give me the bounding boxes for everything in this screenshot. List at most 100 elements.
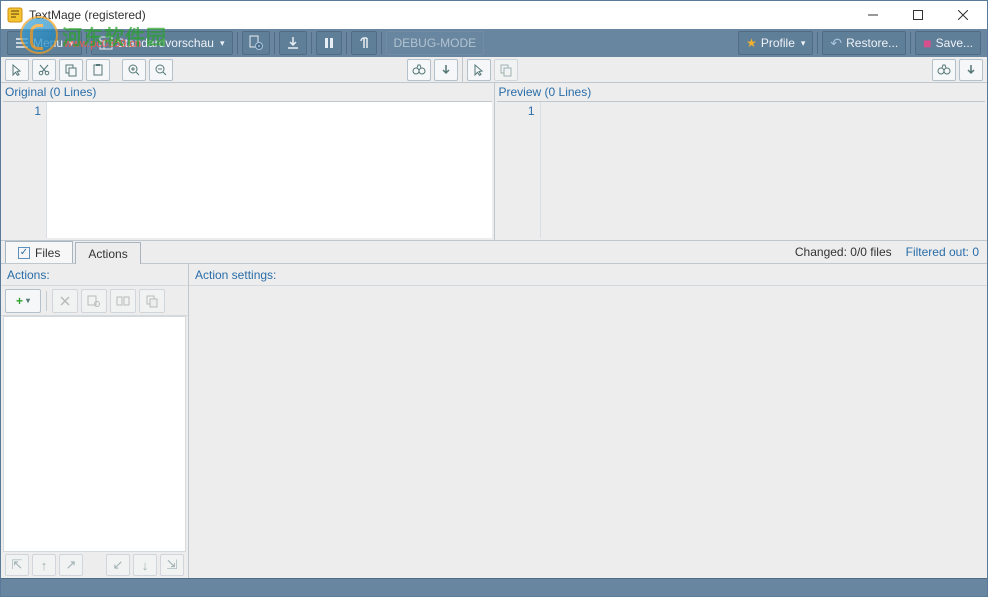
cut-button[interactable] [32, 59, 56, 81]
plus-icon: + [16, 294, 23, 308]
list-gear-icon [87, 294, 101, 308]
preview-cursor-button[interactable] [467, 59, 491, 81]
actions-toolbar: +▾ [1, 286, 188, 316]
preview-gutter: 1 [497, 102, 541, 238]
tab-status: Changed: 0/0 files Filtered out: 0 [795, 245, 979, 259]
move-bottom-button[interactable]: ⇲ [160, 554, 184, 576]
tab-files-label: Files [35, 246, 60, 260]
filtered-status[interactable]: Filtered out: 0 [906, 245, 979, 259]
restore-button[interactable]: ↶ Restore... [822, 31, 906, 55]
paste-button[interactable] [86, 59, 110, 81]
action-settings-panel: Action settings: [189, 264, 987, 578]
original-header: Original (0 Lines) [1, 83, 494, 101]
zoom-out-button[interactable] [149, 59, 173, 81]
zoom-in-icon [127, 63, 141, 77]
original-editor[interactable]: 1 [3, 101, 492, 238]
debug-mode-button[interactable]: DEBUG-MODE [386, 31, 485, 55]
preview-copy-button[interactable] [494, 59, 518, 81]
menu-label: Menu [33, 36, 63, 50]
move-out-button[interactable]: ↗ [59, 554, 83, 576]
copy-icon [64, 63, 78, 77]
debug-label: DEBUG-MODE [394, 36, 477, 50]
settings-gear-button[interactable] [242, 31, 270, 55]
action-settings-body [189, 286, 987, 578]
delete-action-button[interactable] [52, 289, 78, 313]
cursor-icon [472, 63, 486, 77]
save-button[interactable]: ■ Save... [915, 31, 981, 55]
original-gutter: 1 [3, 102, 47, 238]
action-copy-button[interactable] [139, 289, 165, 313]
arrow-down-icon [439, 63, 453, 77]
import-button[interactable] [279, 31, 307, 55]
preview-editor: 1 [497, 101, 986, 238]
zoom-in-button[interactable] [122, 59, 146, 81]
preview-toolbar [463, 57, 987, 82]
actions-header: Actions: [1, 264, 188, 286]
actions-list[interactable] [3, 316, 186, 552]
action-props-button[interactable] [81, 289, 107, 313]
copy-icon [499, 63, 513, 77]
star-icon: ★ [746, 36, 757, 50]
line-number: 1 [3, 104, 41, 118]
chevron-down-icon: ▾ [801, 38, 806, 49]
x-icon [59, 295, 71, 307]
changed-status: Changed: 0/0 files [795, 245, 892, 259]
line-number: 1 [497, 104, 535, 118]
watermark-url: www.pc0359.cn [64, 38, 141, 50]
binoculars-icon [412, 63, 426, 77]
main-toolbar: Menu ▾ Standardvorschau ▾ DEBUG-MODE ★ P… [1, 29, 987, 57]
restore-label: Restore... [846, 36, 898, 50]
close-button[interactable] [940, 1, 985, 29]
action-settings-header: Action settings: [189, 264, 987, 286]
move-in-button[interactable]: ↙ [106, 554, 130, 576]
paste-icon [91, 63, 105, 77]
pilcrow-button[interactable] [351, 31, 377, 55]
cursor-icon [10, 63, 24, 77]
window-title: TextMage (registered) [29, 8, 146, 22]
pause-button[interactable] [316, 31, 342, 55]
bottom-panels: Actions: +▾ ⇱ ↑ ↗ ↙ ↓ ⇲ Action settings: [1, 264, 987, 578]
save-disk-icon: ■ [923, 35, 931, 51]
profile-label: Profile [761, 36, 795, 50]
select-cursor-button[interactable] [5, 59, 29, 81]
menu-icon [15, 36, 29, 50]
action-toggle-button[interactable] [110, 289, 136, 313]
maximize-button[interactable] [895, 1, 940, 29]
original-pane: Original (0 Lines) 1 [1, 83, 495, 240]
actions-nav: ⇱ ↑ ↗ ↙ ↓ ⇲ [1, 552, 188, 578]
move-up-button[interactable]: ↑ [32, 554, 56, 576]
statusbar [1, 578, 987, 596]
tab-actions[interactable]: Actions [75, 242, 140, 264]
original-toolbar [1, 57, 463, 82]
move-top-button[interactable]: ⇱ [5, 554, 29, 576]
copy-icon [145, 294, 159, 308]
preview-goto-button[interactable] [959, 59, 983, 81]
editors-row: Original (0 Lines) 1 Preview (0 Lines) 1 [1, 83, 987, 240]
preview-find-button[interactable] [932, 59, 956, 81]
preview-pane: Preview (0 Lines) 1 [495, 83, 988, 240]
files-checkbox-icon: ✓ [18, 247, 30, 259]
copy-button[interactable] [59, 59, 83, 81]
tab-files[interactable]: ✓ Files [5, 241, 73, 263]
pilcrow-icon [357, 36, 371, 50]
profile-button[interactable]: ★ Profile ▾ [738, 31, 813, 55]
add-action-button[interactable]: +▾ [5, 289, 41, 313]
actions-panel: Actions: +▾ ⇱ ↑ ↗ ↙ ↓ ⇲ [1, 264, 189, 578]
goto-button[interactable] [434, 59, 458, 81]
tab-actions-label: Actions [88, 247, 127, 261]
preview-text-area [541, 102, 986, 238]
app-icon [7, 7, 23, 23]
original-text-area[interactable] [47, 102, 492, 238]
editor-toolbars [1, 57, 987, 83]
restore-arrow-icon: ↶ [830, 35, 842, 52]
pause-icon [322, 36, 336, 50]
scissors-icon [37, 63, 51, 77]
move-down-button[interactable]: ↓ [133, 554, 157, 576]
chevron-down-icon: ▾ [26, 296, 30, 305]
chevron-down-icon: ▾ [220, 38, 225, 49]
document-gear-icon [248, 35, 264, 51]
find-button[interactable] [407, 59, 431, 81]
arrow-down-line-icon [285, 35, 301, 51]
tab-strip: ✓ Files Actions Changed: 0/0 files Filte… [1, 240, 987, 264]
minimize-button[interactable] [850, 1, 895, 29]
